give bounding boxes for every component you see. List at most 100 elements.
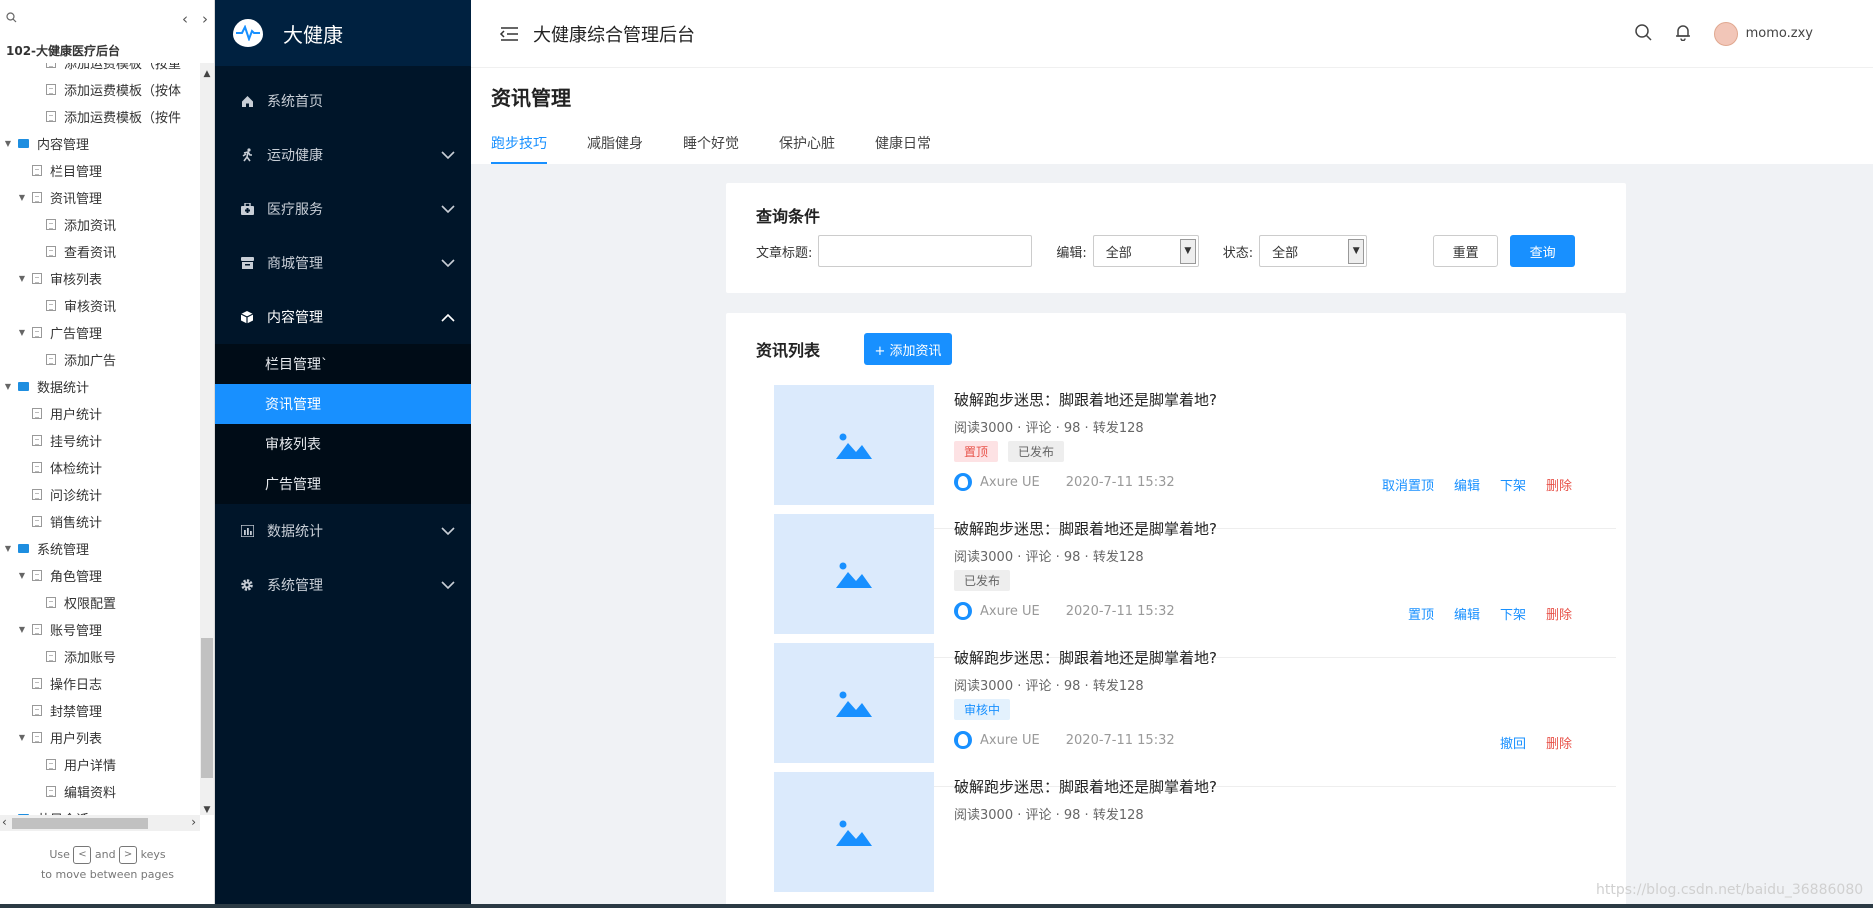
news-title[interactable]: 破解跑步迷思：脚跟着地还是脚掌着地? bbox=[954, 647, 1217, 668]
tree-item[interactable]: 销售统计 bbox=[0, 508, 200, 535]
expand-toggle-icon[interactable]: ▼ bbox=[3, 382, 13, 391]
tab-item[interactable]: 减脂健身 bbox=[587, 133, 643, 164]
tree-item[interactable]: 添加账号 bbox=[0, 643, 200, 670]
chevron-down-icon[interactable]: ▼ bbox=[1179, 239, 1196, 264]
sidebar-subitem[interactable]: 审核列表 bbox=[215, 424, 471, 464]
tab-item[interactable]: 跑步技巧 bbox=[491, 133, 547, 164]
tree-item[interactable]: ▼ 账号管理 bbox=[0, 616, 200, 643]
expand-toggle-icon[interactable]: ▼ bbox=[17, 274, 27, 283]
tab-item[interactable]: 健康日常 bbox=[875, 133, 931, 164]
status-select[interactable]: 全部 ▼ bbox=[1259, 235, 1368, 267]
news-title[interactable]: 破解跑步迷思：脚跟着地还是脚掌着地? bbox=[954, 776, 1217, 797]
action-link[interactable]: 撤回 bbox=[1500, 733, 1526, 752]
article-title-input[interactable] bbox=[818, 235, 1033, 267]
tree-item[interactable]: 添加运费模板（按体 bbox=[0, 76, 200, 103]
expand-toggle-icon[interactable]: ▼ bbox=[3, 139, 13, 148]
sidebar-item[interactable]: 医疗服务 bbox=[215, 182, 471, 236]
scroll-thumb[interactable] bbox=[201, 638, 213, 778]
tree-item[interactable]: 查看资讯 bbox=[0, 238, 200, 265]
sidebar-subitem[interactable]: 广告管理 bbox=[215, 464, 471, 504]
chevron-down-icon[interactable] bbox=[441, 148, 455, 164]
scroll-thumb-h[interactable] bbox=[12, 818, 148, 829]
tree-item[interactable]: 共目会话 bbox=[0, 805, 200, 815]
brand[interactable]: 大健康 bbox=[215, 0, 471, 66]
news-title[interactable]: 破解跑步迷思：脚跟着地还是脚掌着地? bbox=[954, 389, 1217, 410]
action-link[interactable]: 删除 bbox=[1546, 475, 1572, 494]
expand-toggle-icon[interactable]: ▼ bbox=[17, 625, 27, 634]
chevron-down-icon[interactable] bbox=[441, 256, 455, 272]
expand-toggle-icon[interactable]: ▼ bbox=[17, 193, 27, 202]
tab-item[interactable]: 睡个好觉 bbox=[683, 133, 739, 164]
tree-item[interactable]: ▼ 内容管理 bbox=[0, 130, 200, 157]
tree-item[interactable]: ▼ 广告管理 bbox=[0, 319, 200, 346]
sidebar-subitem[interactable]: 资讯管理 bbox=[215, 384, 471, 424]
tree-item[interactable]: 编辑资料 bbox=[0, 778, 200, 805]
news-item[interactable]: 破解跑步迷思：脚跟着地还是脚掌着地? 阅读3000 · 评论 · 98 · 转发1… bbox=[774, 762, 1616, 908]
next-page-icon[interactable]: › bbox=[202, 10, 208, 28]
search-icon[interactable] bbox=[6, 12, 17, 26]
action-link[interactable]: 编辑 bbox=[1454, 604, 1480, 623]
bell-icon[interactable] bbox=[1674, 23, 1692, 45]
sidebar-item[interactable]: 运动健康 bbox=[215, 128, 471, 182]
tree-item[interactable]: 用户详情 bbox=[0, 751, 200, 778]
expand-toggle-icon[interactable]: ▼ bbox=[17, 733, 27, 742]
action-link[interactable]: 下架 bbox=[1500, 604, 1526, 623]
tree-item[interactable]: ▼ 用户列表 bbox=[0, 724, 200, 751]
prev-page-icon[interactable]: ‹ bbox=[182, 10, 188, 28]
scroll-down-icon[interactable]: ▼ bbox=[200, 805, 214, 815]
tree-item[interactable]: 权限配置 bbox=[0, 589, 200, 616]
chevron-down-icon[interactable] bbox=[441, 578, 455, 594]
tree-item[interactable]: 用户统计 bbox=[0, 400, 200, 427]
tree-item[interactable]: 审核资讯 bbox=[0, 292, 200, 319]
tab-item[interactable]: 保护心脏 bbox=[779, 133, 835, 164]
tree-item[interactable]: 添加运费模板（按重 bbox=[0, 63, 200, 76]
tree-item[interactable]: 栏目管理 bbox=[0, 157, 200, 184]
sidebar-subitem[interactable]: 栏目管理` bbox=[215, 344, 471, 384]
sidebar-item[interactable]: 内容管理 bbox=[215, 290, 471, 344]
tree-item[interactable]: 封禁管理 bbox=[0, 697, 200, 724]
tree-item[interactable]: ▼ 资讯管理 bbox=[0, 184, 200, 211]
expand-toggle-icon[interactable]: ▼ bbox=[3, 544, 13, 553]
search-button[interactable]: 查询 bbox=[1510, 235, 1576, 267]
sidebar-item[interactable]: 数据统计 bbox=[215, 504, 471, 558]
chevron-up-icon[interactable] bbox=[441, 310, 455, 326]
tree-horizontal-scrollbar[interactable]: ‹ › bbox=[0, 815, 200, 831]
tree-item[interactable]: 问诊统计 bbox=[0, 481, 200, 508]
sidebar-item[interactable]: 系统首页 bbox=[215, 74, 471, 128]
expand-toggle-icon[interactable]: ▼ bbox=[17, 328, 27, 337]
add-news-button[interactable]: + 添加资讯 bbox=[864, 333, 953, 365]
action-link[interactable]: 下架 bbox=[1500, 475, 1526, 494]
editor-select[interactable]: 全部 ▼ bbox=[1092, 235, 1199, 267]
tree-item[interactable]: 添加广告 bbox=[0, 346, 200, 373]
scroll-left-icon[interactable]: ‹ bbox=[2, 815, 7, 829]
action-link[interactable]: 删除 bbox=[1546, 733, 1572, 752]
chevron-down-icon[interactable] bbox=[441, 524, 455, 540]
action-link[interactable]: 删除 bbox=[1546, 604, 1572, 623]
tree-item[interactable]: 添加资讯 bbox=[0, 211, 200, 238]
avatar[interactable] bbox=[1713, 21, 1738, 46]
tree-item[interactable]: ▼ 数据统计 bbox=[0, 373, 200, 400]
tree-item[interactable]: ▼ 系统管理 bbox=[0, 535, 200, 562]
search-icon[interactable] bbox=[1634, 23, 1652, 45]
username[interactable]: momo.zxy bbox=[1746, 26, 1813, 41]
reset-button[interactable]: 重置 bbox=[1433, 235, 1499, 267]
tree-vertical-scrollbar[interactable]: ▲ ▼ bbox=[200, 63, 214, 815]
expand-toggle-icon[interactable]: ▼ bbox=[17, 571, 27, 580]
tree-item[interactable]: 操作日志 bbox=[0, 670, 200, 697]
chevron-down-icon[interactable]: ▼ bbox=[1348, 239, 1365, 264]
action-link[interactable]: 置顶 bbox=[1408, 604, 1434, 623]
tree-item[interactable]: 添加运费模板（按件 bbox=[0, 103, 200, 130]
action-link[interactable]: 编辑 bbox=[1454, 475, 1480, 494]
scroll-right-icon[interactable]: › bbox=[191, 815, 196, 829]
chevron-down-icon[interactable] bbox=[441, 202, 455, 218]
menu-fold-icon[interactable] bbox=[499, 26, 519, 42]
tree-item[interactable]: 体检统计 bbox=[0, 454, 200, 481]
sidebar-item[interactable]: 系统管理 bbox=[215, 558, 471, 612]
tree-item[interactable]: 挂号统计 bbox=[0, 427, 200, 454]
action-link[interactable]: 取消置顶 bbox=[1382, 475, 1434, 494]
scroll-up-icon[interactable]: ▲ bbox=[200, 69, 214, 79]
tree-item[interactable]: ▼ 角色管理 bbox=[0, 562, 200, 589]
sidebar-item[interactable]: 商城管理 bbox=[215, 236, 471, 290]
news-title[interactable]: 破解跑步迷思：脚跟着地还是脚掌着地? bbox=[954, 518, 1217, 539]
tree-item[interactable]: ▼ 审核列表 bbox=[0, 265, 200, 292]
